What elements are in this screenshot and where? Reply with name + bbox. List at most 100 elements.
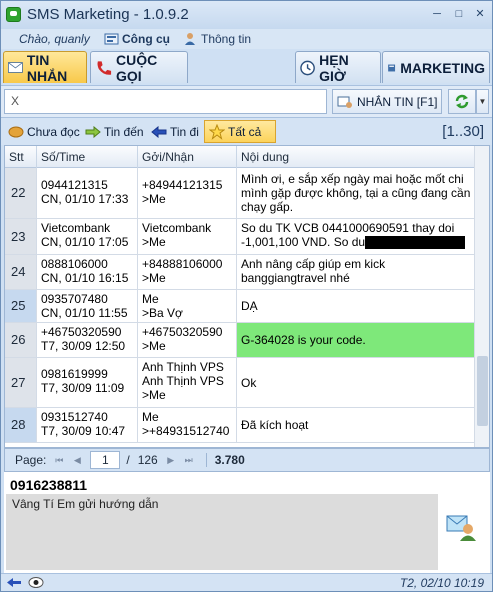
row-from-to: +84888106000 >Me (138, 255, 237, 289)
maximize-button[interactable]: □ (452, 7, 466, 21)
minimize-button[interactable]: ─ (430, 7, 444, 21)
refresh-icon (455, 94, 469, 109)
tab-calls[interactable]: CUỘC GỌI (90, 51, 188, 84)
row-time: CN, 01/10 16:15 (41, 271, 129, 285)
table-header: Stt Số/Time Gởi/Nhận Nội dung (5, 146, 475, 168)
row-content: Đã kích hoạt (241, 418, 309, 432)
row-number: 0931512740 (41, 410, 108, 424)
row-from-to: +46750320590 >Me (138, 323, 237, 357)
row-sender: Me (142, 410, 159, 424)
row-time: T7, 30/09 10:47 (41, 424, 126, 438)
book-icon (388, 64, 396, 71)
filter-unread[interactable]: Chưa đọc (3, 120, 85, 143)
row-direction: >Me (142, 339, 166, 353)
row-from-to: Vietcombank >Me (138, 219, 237, 254)
detail-message-text[interactable]: Vâng Tí Em gửi hướng dẫn (6, 494, 438, 570)
filter-unread-label: Chưa đọc (27, 124, 80, 139)
table-row[interactable]: 27 0981619999 T7, 30/09 11:09 Anh Thịnh … (5, 358, 475, 408)
new-message-button[interactable]: NHẮN TIN [F1] (332, 89, 442, 114)
col-stt[interactable]: Stt (5, 146, 37, 168)
row-number: 0888106000 (41, 257, 108, 271)
row-sender: +46750320590 (142, 325, 223, 339)
message-table: Stt Số/Time Gởi/Nhận Nội dung 22 0944121… (4, 145, 490, 448)
row-stt: 22 (5, 168, 37, 218)
row-sender: Anh Thịnh VPS (142, 360, 224, 374)
filter-bar: Chưa đọc Tin đến Tin đi Tất cả [1..30] (1, 117, 492, 145)
sms-app-icon (6, 7, 21, 22)
refresh-button[interactable] (448, 89, 476, 114)
table-scrollbar[interactable] (474, 146, 489, 447)
title-bar[interactable]: SMS Marketing - 1.0.9.2 ─ □ ✕ (1, 1, 492, 29)
status-bar: T2, 02/10 10:19 (1, 573, 492, 591)
close-button[interactable]: ✕ (473, 7, 487, 21)
scrollbar-thumb[interactable] (477, 356, 488, 426)
tools-menu[interactable]: Công cụ (104, 30, 170, 48)
row-sender: Vietcombank (142, 221, 212, 235)
filter-outgoing-label: Tin đi (170, 124, 199, 139)
tab-schedule-label: HẸN GIỜ (319, 51, 349, 84)
row-from-to: Me >Ba Vợ (138, 290, 237, 322)
row-stt: 27 (5, 358, 37, 407)
row-direction: >+84931512740 (142, 424, 230, 438)
info-menu[interactable]: Thông tin (183, 30, 251, 48)
row-number-time: 0944121315 CN, 01/10 17:33 (37, 168, 138, 218)
table-row[interactable]: 24 0888106000 CN, 01/10 16:15 +848881060… (5, 255, 475, 290)
row-from-to: +84944121315 >Me (138, 168, 237, 218)
table-row[interactable]: 23 Vietcombank CN, 01/10 17:05 Vietcomba… (5, 219, 475, 255)
detail-phone-number: 0916238811 (10, 477, 88, 493)
app-window: SMS Marketing - 1.0.9.2 ─ □ ✕ Chào, quan… (0, 0, 493, 592)
next-page-button[interactable]: ▶ (166, 455, 176, 466)
phone-icon (97, 60, 112, 75)
row-number: 0981619999 (41, 367, 108, 381)
page-input[interactable]: 1 (90, 451, 121, 469)
filter-all-label: Tất cả (228, 124, 262, 139)
tab-marketing[interactable]: MARKETING (382, 51, 490, 83)
row-number: Vietcombank (41, 221, 111, 235)
filter-all[interactable]: Tất cả (204, 120, 276, 143)
tab-calls-label: CUỘC GỌI (116, 51, 158, 84)
prev-page-button[interactable]: ◀ (72, 455, 82, 466)
tab-schedule[interactable]: HẸN GIỜ (295, 51, 381, 84)
row-sender: +84944121315 (142, 178, 223, 192)
user-icon (185, 33, 195, 45)
row-direction: >Me (142, 271, 166, 285)
back-arrow-icon[interactable] (6, 577, 22, 588)
star-icon (209, 123, 225, 140)
row-stt: 24 (5, 255, 37, 289)
filter-outgoing[interactable]: Tin đi (146, 120, 204, 143)
row-time: T7, 30/09 12:50 (41, 339, 126, 353)
filter-incoming[interactable]: Tin đến (80, 120, 149, 143)
reply-icon[interactable] (445, 510, 477, 542)
first-page-button[interactable]: ⏮ (54, 455, 64, 466)
col-number-time[interactable]: Số/Time (37, 146, 138, 168)
row-stt: 28 (5, 408, 37, 442)
window-title: SMS Marketing - 1.0.9.2 (27, 6, 189, 23)
table-row[interactable]: 28 0931512740 T7, 30/09 10:47 Me >+84931… (5, 408, 475, 443)
tools-icon (104, 33, 119, 45)
row-number-time: +46750320590 T7, 30/09 12:50 (37, 323, 138, 357)
refresh-dropdown-button[interactable]: ▼ (476, 89, 489, 114)
col-from-to[interactable]: Gởi/Nhận (138, 146, 237, 168)
tools-label: Công cụ (122, 32, 170, 46)
compose-icon (337, 96, 352, 108)
page-total: 126 (137, 453, 158, 467)
row-content: Ok (241, 375, 257, 390)
redacted-block (365, 236, 466, 250)
tab-marketing-label: MARKETING (400, 59, 485, 76)
row-number: 0935707480 (41, 292, 108, 306)
eye-icon[interactable] (28, 576, 44, 589)
tab-inbox[interactable]: TIN NHẮN (3, 51, 87, 84)
search-input[interactable]: X (4, 89, 327, 114)
row-direction: >Me (142, 388, 166, 402)
table-row[interactable]: 26 +46750320590 T7, 30/09 12:50 +4675032… (5, 323, 475, 358)
row-time: T7, 30/09 11:09 (41, 381, 125, 395)
col-content[interactable]: Nội dung (237, 146, 475, 168)
table-row[interactable]: 22 0944121315 CN, 01/10 17:33 +849441213… (5, 168, 475, 219)
main-tab-bar: TIN NHẮN CUỘC GỌI HẸN GIỜ MARKETING (1, 49, 492, 85)
row-time: CN, 01/10 17:05 (41, 235, 129, 249)
table-row[interactable]: 25 0935707480 CN, 01/10 11:55 Me >Ba Vợ … (5, 290, 475, 323)
last-page-button[interactable]: ⏭ (184, 455, 194, 466)
info-label: Thông tin (201, 32, 252, 46)
pager-label: Page: (15, 453, 47, 467)
row-number-time: 0981619999 T7, 30/09 11:09 (37, 358, 138, 407)
